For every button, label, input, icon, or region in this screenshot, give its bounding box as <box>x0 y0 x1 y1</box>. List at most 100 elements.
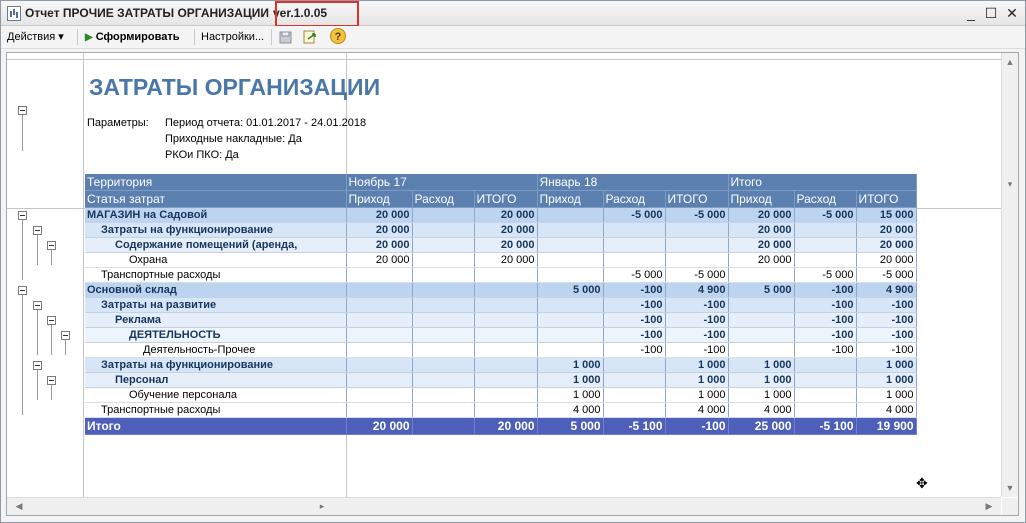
cell-value: 4 000 <box>665 402 729 418</box>
total-row[interactable]: Итого 20 000 20 000 5 000 -5 100 -100 25 000 -5… <box>85 417 917 435</box>
table-row[interactable]: ДЕЯТЕЛЬНОСТЬ -100 -100 -100 -100 <box>85 327 917 343</box>
table-row[interactable]: Основной склад 5 000 -100 4 900 5 000 -100 4 9… <box>85 282 917 298</box>
header-row-periods: Территория Ноябрь 17 Январь 18 Итого <box>85 174 917 191</box>
save-icon[interactable] <box>278 29 294 45</box>
cell-value <box>537 297 604 313</box>
toolbar-separator <box>194 29 195 45</box>
scrollbar-corner <box>1002 498 1018 515</box>
cell-value <box>346 387 413 403</box>
cell-value <box>537 267 604 283</box>
cell-value <box>537 342 604 358</box>
spreadsheet-document[interactable]: ЗАТРАТЫ ОРГАНИЗАЦИИ Параметры: Период от… <box>6 52 1019 516</box>
cell-value <box>537 327 604 343</box>
minimize-button[interactable]: _ <box>963 5 979 21</box>
generate-button[interactable]: ▶ Сформировать <box>85 29 180 45</box>
param-cash-orders: РКОи ПКО: Да <box>165 149 239 161</box>
scroll-thumb-marker[interactable]: ▸ <box>314 501 330 512</box>
cell-value <box>346 312 413 328</box>
actions-menu-button[interactable]: Действия ▾ <box>7 29 64 45</box>
cell-value <box>412 252 475 268</box>
toolbar-separator <box>271 29 272 45</box>
cell-value: -100 <box>665 297 729 313</box>
cell-value <box>346 402 413 418</box>
table-row[interactable]: Затраты на развитие -100 -100 -100 -100 <box>85 297 917 313</box>
cell-value <box>537 222 604 238</box>
mouse-cursor-icon: ✥ <box>916 475 928 491</box>
maximize-button[interactable]: ☐ <box>983 5 999 21</box>
table-row[interactable]: Реклама -100 -100 -100 -100 <box>85 312 917 328</box>
row-label: Обучение персонала <box>85 387 347 403</box>
scroll-up-arrow[interactable]: ▲ <box>1002 57 1018 67</box>
cell-value: -100 <box>603 342 666 358</box>
cell-value: 20 000 <box>346 207 413 223</box>
horizontal-scrollbar[interactable]: ◀ ▸ ▶ <box>7 497 1001 515</box>
cell-value: -100 <box>665 327 729 343</box>
group-collapse-toggle[interactable] <box>61 331 70 340</box>
cell-value <box>412 327 475 343</box>
cell-value <box>603 402 666 418</box>
table-row[interactable]: Транспортные расходы -5 000 -5 000 -5 000 -5… <box>85 267 917 283</box>
group-collapse-toggle[interactable] <box>47 376 56 385</box>
cell-value: 5 000 <box>537 282 604 298</box>
settings-button[interactable]: Настройки... <box>201 29 264 45</box>
table-row[interactable]: Обучение персонала 1 000 1 000 1 000 1 000 <box>85 387 917 403</box>
header-col: Приход <box>346 190 413 208</box>
table-row[interactable]: Деятельность-Прочее -100 -100 -100 -100 <box>85 342 917 358</box>
cell-value <box>412 237 475 253</box>
sheet-grid-line <box>7 59 1001 60</box>
cell-value: 1 000 <box>856 357 917 373</box>
scroll-down-arrow[interactable]: ▼ <box>1002 483 1018 493</box>
cell-value <box>474 402 538 418</box>
cell-value: 20 000 <box>856 222 917 238</box>
group-outline-line <box>37 235 38 265</box>
cell-value <box>412 357 475 373</box>
cell-value: 20 000 <box>474 237 538 253</box>
cell-value: -100 <box>603 297 666 313</box>
close-button[interactable]: ✕ <box>1004 5 1020 21</box>
cell-value: -5 000 <box>603 207 666 223</box>
group-collapse-toggle[interactable] <box>33 301 42 310</box>
table-row[interactable]: Транспортные расходы 4 000 4 000 4 000 4 000 <box>85 402 917 418</box>
group-collapse-toggle[interactable] <box>18 106 27 115</box>
cell-value: 20 000 <box>346 252 413 268</box>
row-label: Содержание помещений (аренда, <box>85 237 347 253</box>
cell-value <box>412 207 475 223</box>
table-row[interactable]: Охрана 20 000 20 000 20 000 20 000 <box>85 252 917 268</box>
cell-value: 1 000 <box>856 387 917 403</box>
group-collapse-toggle[interactable] <box>18 286 27 295</box>
header-col: Расход <box>794 190 857 208</box>
group-outline-line <box>51 325 52 355</box>
title-bar[interactable]: Отчет ПРОЧИЕ ЗАТРАТЫ ОРГАНИЗАЦИИ ver.1.0.… <box>1 1 1025 27</box>
export-icon[interactable] <box>302 29 318 45</box>
table-row[interactable]: Содержание помещений (аренда, 20 000 20 00… <box>85 237 917 253</box>
group-collapse-toggle[interactable] <box>47 241 56 250</box>
table-row[interactable]: Затраты на функционирование 20 000 20 000 2… <box>85 222 917 238</box>
header-col: Приход <box>728 190 795 208</box>
group-collapse-toggle[interactable] <box>18 211 27 220</box>
group-collapse-toggle[interactable] <box>33 226 42 235</box>
cell-value: 1 000 <box>665 357 729 373</box>
help-icon[interactable]: ? <box>330 28 346 44</box>
table-row[interactable]: Персонал 1 000 1 000 1 000 1 000 <box>85 372 917 388</box>
scroll-thumb-marker[interactable]: ▾ <box>1002 179 1018 190</box>
cell-value: 20 000 <box>346 237 413 253</box>
table-row[interactable]: МАГАЗИН на Садовой 20 000 20 000 -5 000 -5 0… <box>85 207 917 223</box>
table-row[interactable]: Затраты на функционирование 1 000 1 000 1 0… <box>85 357 917 373</box>
cell-value: 1 000 <box>665 387 729 403</box>
row-label: Деятельность-Прочее <box>85 342 347 358</box>
header-col: ИТОГО <box>474 190 538 208</box>
scroll-left-arrow[interactable]: ◀ <box>11 501 27 512</box>
group-collapse-toggle[interactable] <box>47 316 56 325</box>
cell-value <box>412 297 475 313</box>
scroll-right-arrow[interactable]: ▶ <box>981 501 997 512</box>
cell-value <box>794 222 857 238</box>
total-value: 19 900 <box>856 417 917 435</box>
group-collapse-toggle[interactable] <box>33 361 42 370</box>
vertical-scrollbar[interactable]: ▲ ▾ ▼ <box>1001 53 1018 497</box>
cell-value <box>412 282 475 298</box>
cell-value <box>537 237 604 253</box>
header-col: Расход <box>412 190 475 208</box>
group-outline-line <box>65 340 66 355</box>
cell-value: 1 000 <box>856 372 917 388</box>
cell-value: 1 000 <box>728 372 795 388</box>
